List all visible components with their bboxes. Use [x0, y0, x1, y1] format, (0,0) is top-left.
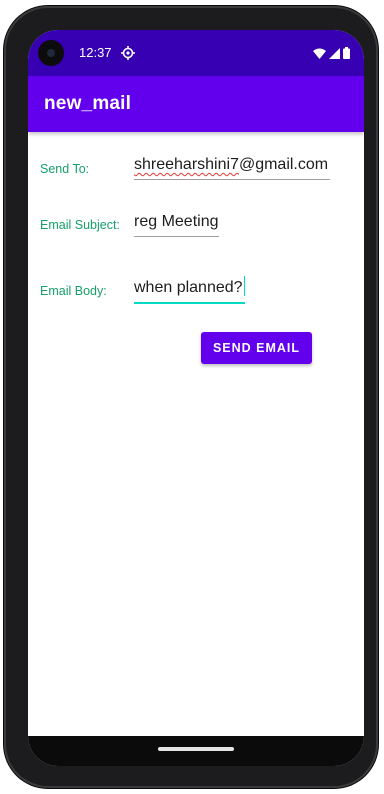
- status-bar: 12:37: [28, 30, 364, 76]
- status-icons: [313, 46, 350, 60]
- email-subject-input[interactable]: reg Meeting: [134, 211, 219, 237]
- status-time: 12:37: [79, 45, 112, 60]
- email-body-input[interactable]: when planned?: [134, 276, 246, 304]
- send-email-button[interactable]: SEND EMAIL: [201, 332, 312, 364]
- app-title: new_mail: [44, 93, 132, 114]
- phone-frame: 12:37 new_mail Send To: shreeharshini7@g…: [4, 6, 378, 788]
- home-gesture-handle[interactable]: [158, 747, 234, 751]
- wifi-icon: [313, 48, 326, 59]
- email-body-text: when planned?: [134, 279, 243, 296]
- email-subject-label: Email Subject:: [40, 218, 120, 232]
- app-bar: new_mail: [28, 76, 364, 132]
- send-to-input[interactable]: shreeharshini7@gmail.com: [134, 154, 330, 180]
- navigation-bar: [28, 736, 364, 766]
- signal-icon: [329, 47, 340, 59]
- send-to-misspelled-text: shreeharshini7: [134, 156, 239, 173]
- send-to-domain-text: @gmail.com: [238, 156, 329, 173]
- phone-screen: 12:37 new_mail Send To: shreeharshini7@g…: [28, 30, 364, 766]
- send-to-label: Send To:: [40, 162, 90, 176]
- battery-icon: [343, 47, 350, 59]
- text-cursor: [243, 276, 246, 296]
- gps-icon: [121, 46, 135, 60]
- email-body-label: Email Body:: [40, 284, 107, 298]
- email-subject-text: reg Meeting: [134, 213, 219, 230]
- front-camera-icon: [38, 40, 64, 66]
